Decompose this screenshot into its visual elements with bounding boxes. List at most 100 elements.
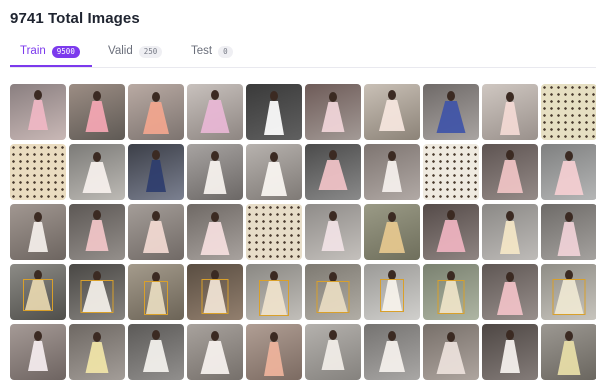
person-head: [447, 210, 455, 220]
image-thumbnail[interactable]: [305, 84, 361, 140]
dress-shape: [321, 221, 345, 251]
image-thumbnail[interactable]: [10, 324, 66, 380]
image-thumbnail[interactable]: [541, 324, 596, 380]
image-thumbnail[interactable]: [128, 84, 184, 140]
person-head: [388, 151, 396, 161]
image-thumbnail[interactable]: [364, 324, 420, 380]
image-thumbnail[interactable]: [10, 84, 66, 140]
dress-shape: [436, 342, 466, 374]
dress-shape: [379, 341, 405, 372]
image-thumbnail[interactable]: [364, 144, 420, 200]
image-thumbnail[interactable]: [10, 204, 66, 260]
image-thumbnail[interactable]: [482, 264, 538, 320]
dress-shape: [264, 342, 284, 376]
image-thumbnail[interactable]: [187, 204, 243, 260]
image-thumbnail[interactable]: [423, 204, 479, 260]
person-head: [565, 151, 573, 161]
dress-shape: [436, 220, 466, 252]
image-thumbnail[interactable]: [423, 144, 479, 200]
image-thumbnail[interactable]: [128, 324, 184, 380]
dress-shape: [200, 100, 230, 133]
fabric-pattern: [541, 84, 596, 140]
tab-train[interactable]: Train 9500: [10, 40, 92, 67]
dress-shape: [85, 101, 109, 132]
image-thumbnail[interactable]: [482, 324, 538, 380]
person-head: [388, 90, 396, 100]
tab-test[interactable]: Test 0: [191, 40, 233, 67]
dress-shape: [200, 222, 230, 255]
dress-shape: [143, 102, 169, 134]
image-thumbnail[interactable]: [423, 264, 479, 320]
split-tabs: Train 9500 Valid 250 Test 0: [10, 40, 596, 68]
image-thumbnail[interactable]: [246, 144, 302, 200]
annotation-outline: [437, 280, 465, 314]
person-head: [447, 332, 455, 342]
image-thumbnail[interactable]: [69, 264, 125, 320]
dress-shape: [436, 101, 466, 133]
image-thumbnail[interactable]: [187, 264, 243, 320]
image-thumbnail[interactable]: [246, 264, 302, 320]
image-thumbnail[interactable]: [187, 84, 243, 140]
image-thumbnail[interactable]: [69, 204, 125, 260]
person-head: [506, 272, 514, 282]
image-thumbnail[interactable]: [10, 264, 66, 320]
image-thumbnail[interactable]: [482, 144, 538, 200]
person-head: [93, 152, 101, 162]
dress-shape: [85, 220, 109, 251]
image-thumbnail[interactable]: [541, 84, 596, 140]
image-thumbnail[interactable]: [128, 264, 184, 320]
image-thumbnail[interactable]: [423, 84, 479, 140]
dress-shape: [497, 282, 523, 315]
annotation-outline: [23, 279, 53, 311]
person-head: [447, 91, 455, 101]
image-thumbnail[interactable]: [541, 204, 596, 260]
person-head: [152, 150, 160, 160]
dress-shape: [557, 341, 581, 375]
image-thumbnail[interactable]: [69, 144, 125, 200]
image-thumbnail[interactable]: [10, 144, 66, 200]
fabric-pattern: [246, 204, 302, 260]
image-thumbnail[interactable]: [364, 84, 420, 140]
tab-valid-count-badge: 250: [138, 46, 163, 58]
image-thumbnail[interactable]: [246, 204, 302, 260]
dress-shape: [554, 161, 584, 195]
image-thumbnail[interactable]: [69, 324, 125, 380]
image-thumbnail[interactable]: [305, 204, 361, 260]
person-head: [152, 211, 160, 221]
image-thumbnail[interactable]: [246, 324, 302, 380]
dress-shape: [28, 222, 48, 252]
tab-valid[interactable]: Valid 250: [108, 40, 163, 67]
annotation-outline: [80, 280, 114, 313]
person-head: [388, 331, 396, 341]
image-thumbnail[interactable]: [364, 204, 420, 260]
image-thumbnail[interactable]: [305, 324, 361, 380]
person-head: [506, 150, 514, 160]
dress-shape: [82, 162, 112, 193]
image-thumbnail[interactable]: [128, 144, 184, 200]
fabric-pattern: [10, 144, 66, 200]
image-thumbnail[interactable]: [482, 204, 538, 260]
image-thumbnail[interactable]: [541, 264, 596, 320]
image-thumbnail[interactable]: [423, 324, 479, 380]
image-thumbnail[interactable]: [69, 84, 125, 140]
dress-shape: [318, 160, 348, 190]
image-thumbnail[interactable]: [364, 264, 420, 320]
dress-shape: [497, 160, 523, 193]
image-thumbnail[interactable]: [541, 144, 596, 200]
dress-shape: [557, 222, 581, 256]
image-thumbnail[interactable]: [128, 204, 184, 260]
image-thumbnail[interactable]: [246, 84, 302, 140]
dress-shape: [382, 161, 402, 192]
tab-train-count-badge: 9500: [51, 46, 80, 58]
image-thumbnail[interactable]: [187, 144, 243, 200]
image-thumbnail[interactable]: [482, 84, 538, 140]
person-head: [565, 212, 573, 222]
person-head: [34, 90, 42, 100]
dress-shape: [321, 340, 345, 370]
annotation-outline: [380, 279, 404, 312]
dress-shape: [321, 102, 345, 132]
person-head: [93, 332, 101, 342]
image-thumbnail[interactable]: [305, 144, 361, 200]
image-thumbnail[interactable]: [187, 324, 243, 380]
image-thumbnail[interactable]: [305, 264, 361, 320]
